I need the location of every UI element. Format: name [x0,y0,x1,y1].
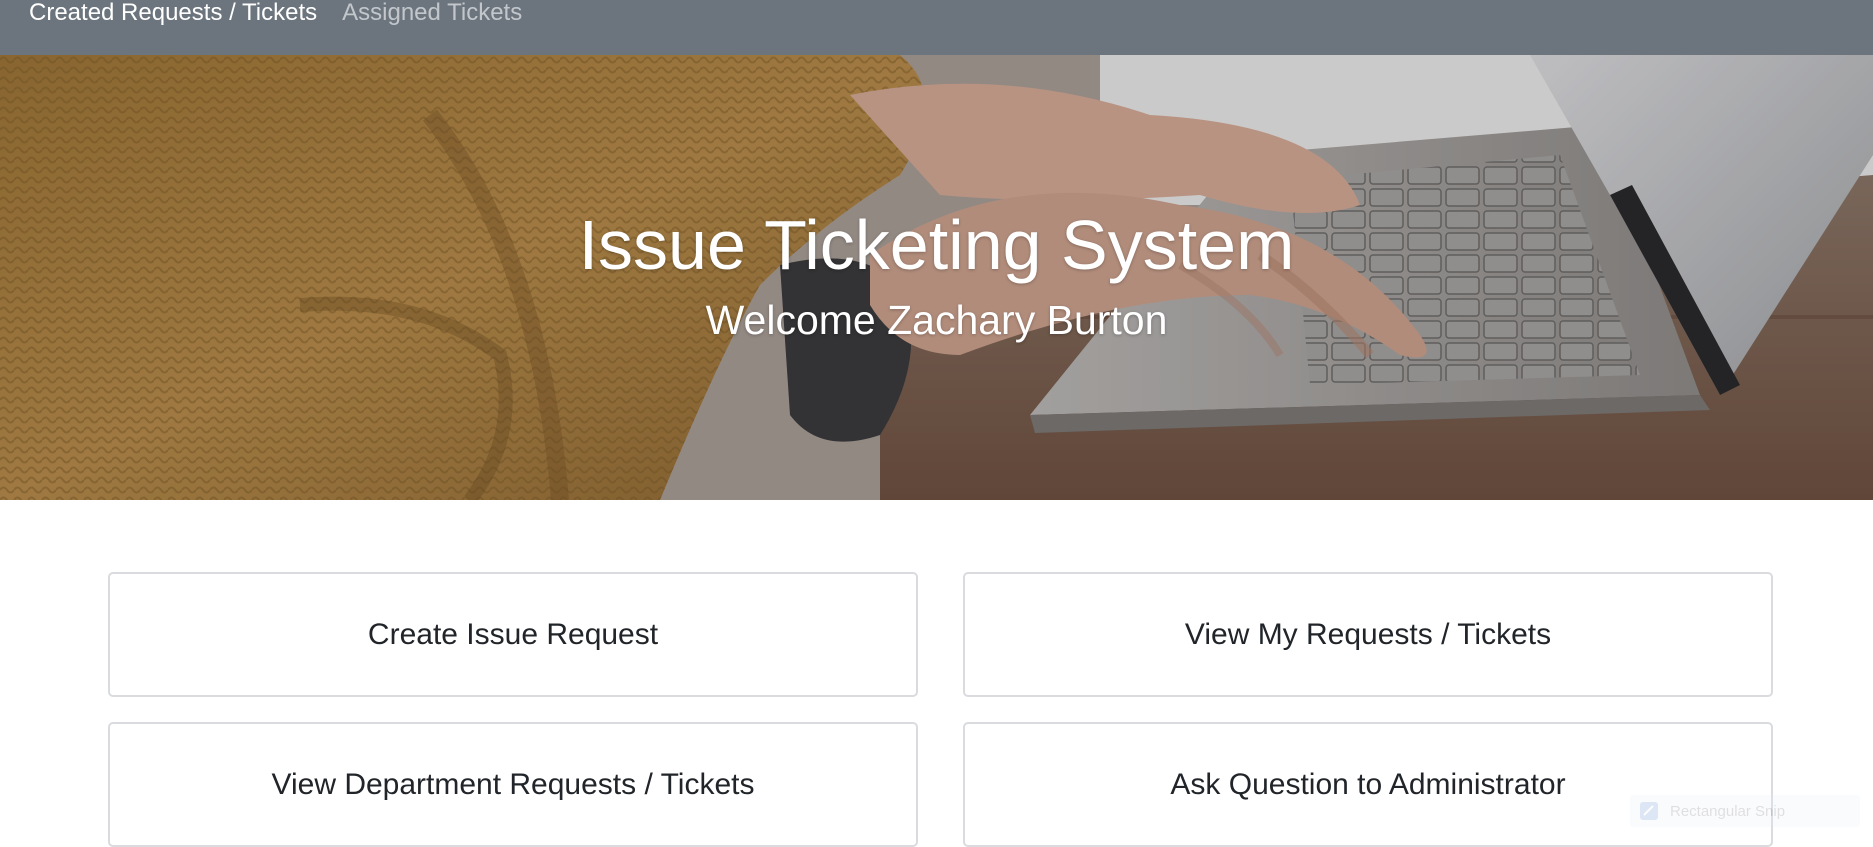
snip-tool-icon [1640,802,1658,820]
welcome-message: Welcome Zachary Burton [705,297,1168,343]
view-my-requests-button[interactable]: View My Requests / Tickets [963,572,1773,697]
nav-assigned-tickets[interactable]: Assigned Tickets [342,0,522,26]
card-label: View Department Requests / Tickets [271,767,755,801]
card-label: View My Requests / Tickets [1184,617,1552,651]
snip-tool-label: Rectangular Snip [1670,802,1786,820]
view-department-requests-button[interactable]: View Department Requests / Tickets [108,722,918,847]
card-label: Ask Question to Administrator [1170,767,1566,801]
create-issue-request-button[interactable]: Create Issue Request [108,572,918,697]
page-title: Issue Ticketing System [578,206,1295,284]
card-label: Create Issue Request [367,617,659,651]
top-navbar: Created Requests / Tickets Assigned Tick… [0,0,1873,55]
nav-created-requests[interactable]: Created Requests / Tickets [29,0,317,26]
hero-banner: Issue Ticketing System Welcome Zachary B… [0,55,1873,500]
snip-tool-hint: Rectangular Snip [1630,795,1860,827]
ask-administrator-button[interactable]: Ask Question to Administrator [963,722,1773,847]
